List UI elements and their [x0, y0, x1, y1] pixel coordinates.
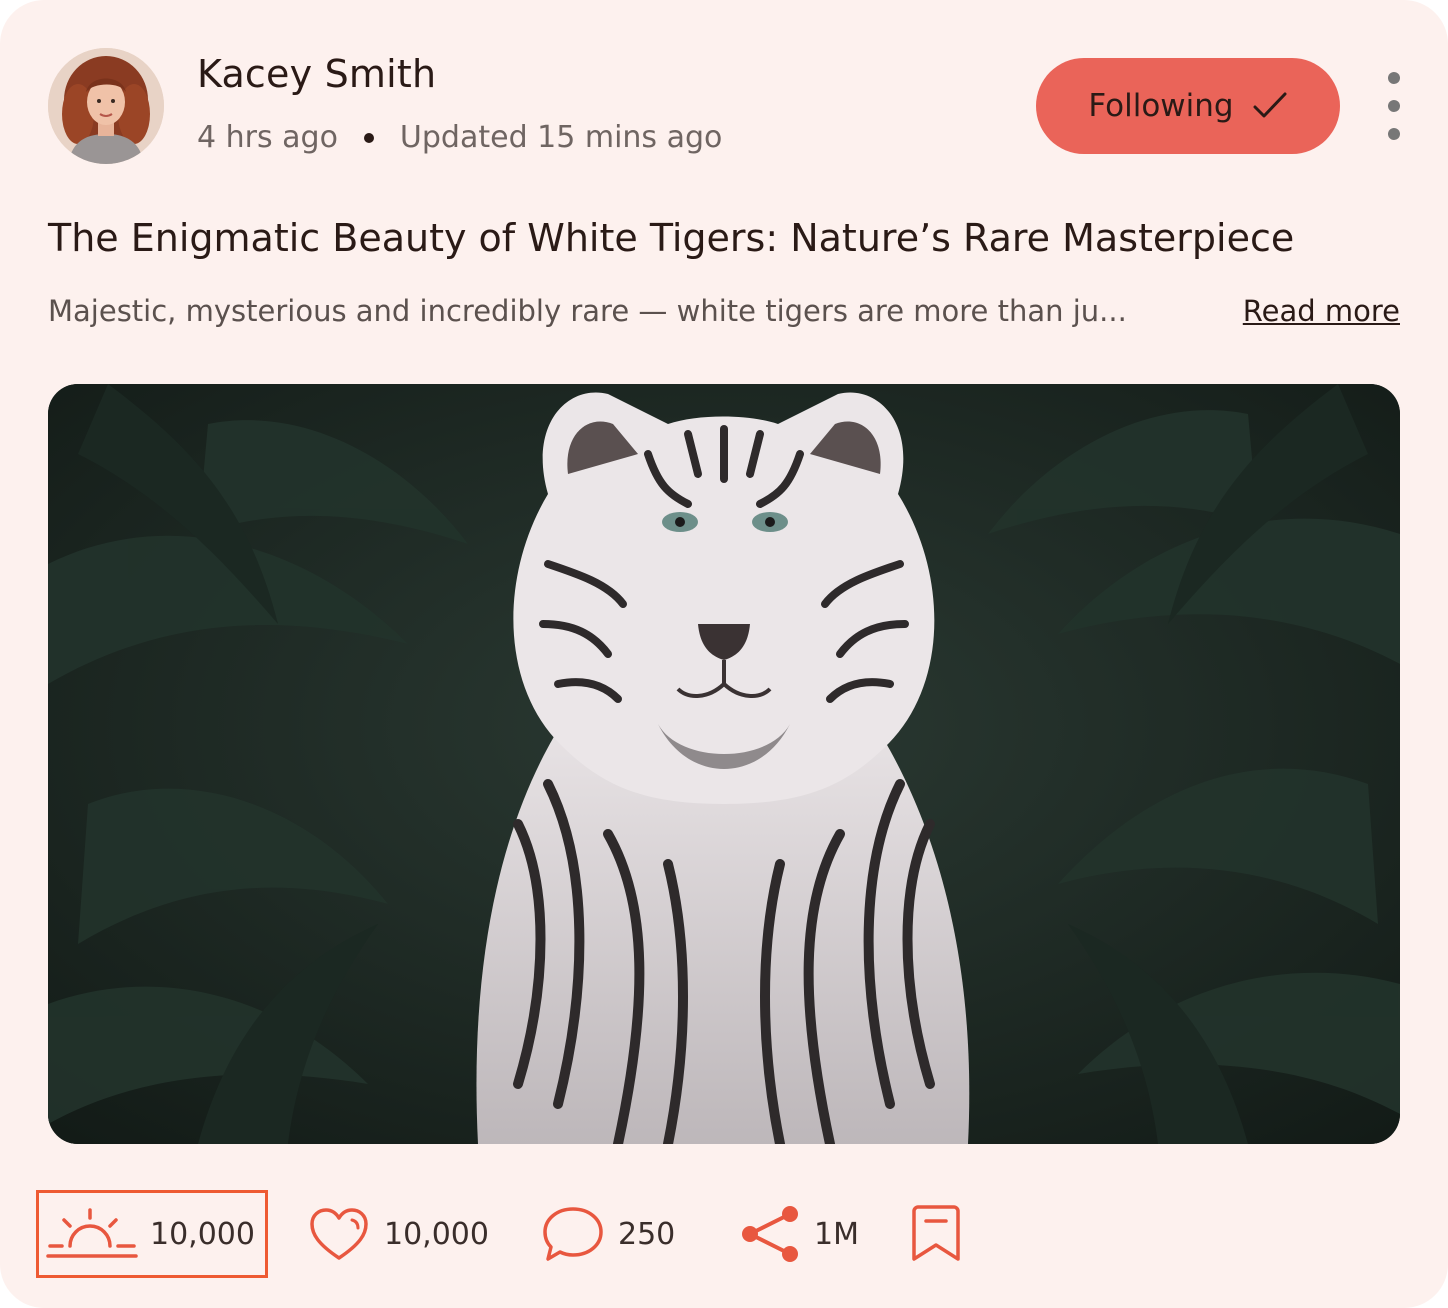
read-more-link[interactable]: Read more [1243, 294, 1400, 328]
post-excerpt: Majestic, mysterious and incredibly rare… [48, 294, 1127, 328]
post-image[interactable] [48, 384, 1400, 1144]
white-tiger-photo [48, 384, 1400, 1144]
like-count: 10,000 [384, 1216, 489, 1252]
check-icon [1253, 92, 1287, 118]
post-card: Kacey Smith 4 hrs ago Updated 15 mins ag… [0, 0, 1448, 1308]
share-count: 1M [814, 1216, 859, 1252]
updated-time: Updated 15 mins ago [399, 120, 723, 155]
bookmark-button[interactable] [910, 1194, 962, 1274]
following-label: Following [1088, 88, 1234, 124]
author-name[interactable]: Kacey Smith [197, 52, 436, 96]
comment-icon [543, 1207, 603, 1261]
meta-separator-dot [363, 132, 374, 143]
post-title[interactable]: The Enigmatic Beauty of White Tigers: Na… [48, 216, 1408, 260]
posted-time: 4 hrs ago [197, 120, 338, 155]
heart-icon [310, 1208, 368, 1260]
bookmark-icon [912, 1205, 960, 1261]
comment-count: 250 [618, 1216, 676, 1252]
author-avatar[interactable] [48, 48, 164, 164]
post-excerpt-row: Majestic, mysterious and incredibly rare… [48, 294, 1400, 328]
sunrise-stat[interactable]: 10,000 [46, 1194, 255, 1274]
following-button[interactable]: Following [1036, 58, 1340, 154]
sunrise-icon [46, 1208, 138, 1258]
more-vertical-icon[interactable] [1374, 64, 1414, 148]
share-icon [742, 1206, 798, 1262]
comment-stat[interactable]: 250 [542, 1194, 675, 1274]
avatar-image [48, 48, 164, 164]
share-stat[interactable]: 1M [738, 1194, 859, 1274]
like-stat[interactable]: 10,000 [308, 1194, 489, 1274]
sunrise-count: 10,000 [150, 1216, 255, 1252]
post-meta: 4 hrs ago Updated 15 mins ago [197, 120, 722, 155]
